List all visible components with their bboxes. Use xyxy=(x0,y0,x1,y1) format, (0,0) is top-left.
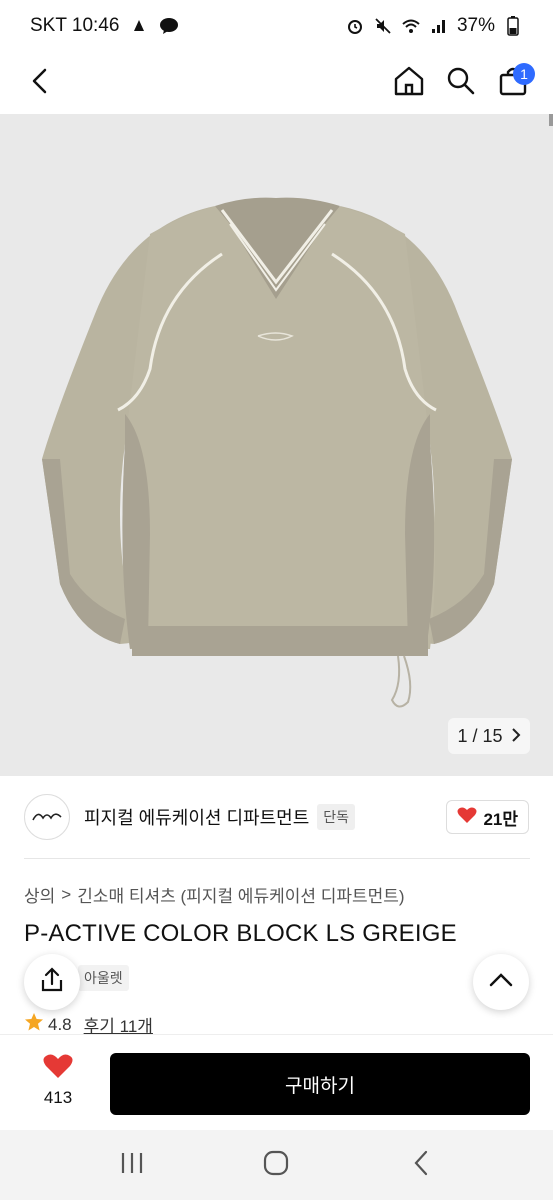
brand-name[interactable]: 피지컬 에듀케이션 디파트먼트 xyxy=(84,804,309,830)
system-nav-bar xyxy=(0,1130,553,1200)
back-button[interactable] xyxy=(18,61,62,105)
battery-percent: 37% xyxy=(456,15,495,36)
breadcrumb-separator: > xyxy=(61,884,72,904)
home-icon xyxy=(393,65,425,102)
recent-apps-button[interactable] xyxy=(102,1135,162,1195)
outlet-tag: 아울렛 xyxy=(78,965,129,991)
scroll-top-button[interactable] xyxy=(473,954,529,1010)
exclusive-tag: 단독 xyxy=(317,804,356,830)
home-circle-icon xyxy=(263,1150,289,1181)
product-title: P-ACTIVE COLOR BLOCK LS GREIGE xyxy=(24,920,457,947)
back-icon xyxy=(30,68,50,99)
scrollbar[interactable] xyxy=(549,114,553,126)
brand-logo-mark xyxy=(32,813,62,821)
status-time: SKT 10:46 xyxy=(30,15,120,36)
signal-icon xyxy=(429,16,449,36)
breadcrumb-level2[interactable]: 긴소매 티셔츠 (피지컬 에듀케이션 디파트먼트) xyxy=(77,882,404,907)
battery-icon xyxy=(503,16,523,36)
image-counter-text: 1 / 15 xyxy=(457,725,503,746)
home-button[interactable] xyxy=(387,61,431,105)
brand-like-count: 21만 xyxy=(483,809,518,829)
mute-icon xyxy=(373,16,393,36)
share-button[interactable] xyxy=(24,954,80,1010)
heart-icon xyxy=(43,1053,73,1084)
cart-button[interactable]: 1 xyxy=(491,61,535,105)
back-nav-icon xyxy=(413,1150,429,1181)
divider xyxy=(24,858,530,859)
search-icon xyxy=(446,66,476,101)
search-button[interactable] xyxy=(439,61,483,105)
chevron-right-icon xyxy=(511,726,521,747)
wifi-icon xyxy=(401,16,421,36)
chevron-up-icon xyxy=(489,972,513,992)
app-header: 1 xyxy=(0,52,553,114)
alarm-icon xyxy=(345,16,365,36)
garment-illustration xyxy=(42,197,512,708)
image-counter[interactable]: 1 / 15 xyxy=(448,718,530,754)
chat-icon xyxy=(159,16,179,36)
back-nav-button[interactable] xyxy=(391,1135,451,1195)
share-icon xyxy=(40,966,64,998)
status-bar: SKT 10:46 37% xyxy=(0,0,553,52)
product-image[interactable]: 1 / 15 xyxy=(0,114,553,776)
wish-count: 413 xyxy=(43,1088,73,1107)
brand-like-button[interactable]: 21만 xyxy=(446,800,529,834)
wish-button[interactable]: 413 xyxy=(30,1053,86,1108)
heart-icon xyxy=(457,806,477,829)
purchase-bar: 413 구매하기 xyxy=(0,1034,553,1130)
rating-value: 4.8 xyxy=(48,1014,72,1034)
notification-icon xyxy=(129,16,149,36)
home-nav-button[interactable] xyxy=(246,1135,306,1195)
breadcrumb: 상의 > 긴소매 티셔츠 (피지컬 에듀케이션 디파트먼트) xyxy=(24,882,405,907)
brand-logo[interactable] xyxy=(24,794,70,840)
cart-count-badge: 1 xyxy=(513,63,535,85)
buy-button[interactable]: 구매하기 xyxy=(110,1053,530,1115)
breadcrumb-level1[interactable]: 상의 xyxy=(24,882,55,907)
brand-row[interactable]: 피지컬 에듀케이션 디파트먼트 단독 21만 xyxy=(0,776,553,858)
recent-apps-icon xyxy=(119,1151,145,1180)
